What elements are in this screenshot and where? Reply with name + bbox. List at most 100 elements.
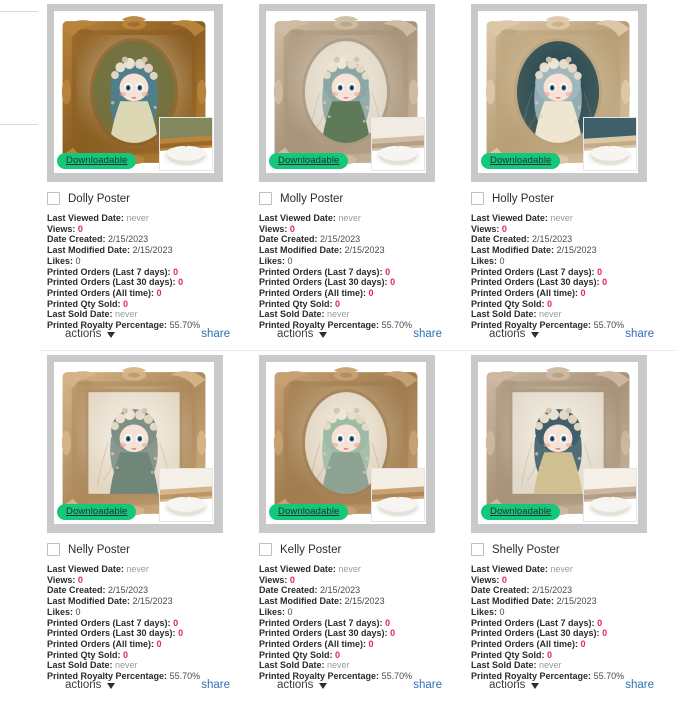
left-rail xyxy=(0,0,38,700)
poster-card-footer: actions share xyxy=(252,671,464,702)
meta-likes: Likes: 0 xyxy=(47,607,252,618)
poster-select-checkbox[interactable] xyxy=(471,543,484,556)
chevron-down-icon xyxy=(319,331,328,338)
meta-value-printed_orders_30: 0 xyxy=(178,628,184,639)
meta-label-date_created: Date Created: xyxy=(47,585,106,596)
meta-value-last_sold_date: never xyxy=(327,660,350,671)
share-link[interactable]: share xyxy=(201,679,230,691)
meta-value-printed_orders_7: 0 xyxy=(385,617,391,628)
meta-value-printed_orders_7: 0 xyxy=(597,617,603,628)
poster-thumbnail[interactable]: Downloadable xyxy=(471,355,647,533)
poster-card-footer: actions share xyxy=(464,671,676,702)
meta-value-views: 0 xyxy=(501,574,507,585)
meta-value-last_viewed_date: never xyxy=(126,564,149,574)
share-link[interactable]: share xyxy=(201,328,230,340)
meta-views: Views: 0 xyxy=(47,224,252,235)
poster-thumbnail[interactable]: Downloadable xyxy=(259,355,435,533)
meta-label-printed_orders_7: Printed Orders (Last 7 days): xyxy=(259,617,383,628)
poster-title: Dolly Poster xyxy=(68,192,130,205)
meta-printed_orders_30: Printed Orders (Last 30 days): 0 xyxy=(471,277,676,288)
meta-value-likes: 0 xyxy=(287,255,293,266)
poster-inset-preview xyxy=(371,117,425,171)
poster-select-checkbox[interactable] xyxy=(47,192,60,205)
poster-metadata: Last Viewed Date: never Views: 0 Date Cr… xyxy=(471,564,676,682)
actions-dropdown[interactable]: actions xyxy=(277,679,328,691)
meta-label-last_viewed_date: Last Viewed Date: xyxy=(47,213,124,223)
poster-select-checkbox[interactable] xyxy=(259,543,272,556)
meta-last_sold_date: Last Sold Date: never xyxy=(259,660,464,671)
actions-dropdown[interactable]: actions xyxy=(65,328,116,340)
meta-label-printed_orders_7: Printed Orders (Last 7 days): xyxy=(471,266,595,277)
meta-value-last_viewed_date: never xyxy=(338,213,361,223)
meta-label-last_modified_date: Last Modified Date: xyxy=(471,596,555,607)
meta-label-likes: Likes: xyxy=(471,606,498,617)
meta-last_sold_date: Last Sold Date: never xyxy=(471,309,676,320)
poster-thumbnail[interactable]: Downloadable xyxy=(47,355,223,533)
meta-label-printed_orders_30: Printed Orders (Last 30 days): xyxy=(471,277,600,288)
meta-value-printed_orders_7: 0 xyxy=(597,266,603,277)
meta-last_viewed_date: Last Viewed Date: never xyxy=(259,564,464,575)
actions-dropdown[interactable]: actions xyxy=(65,679,116,691)
meta-value-printed_orders_30: 0 xyxy=(602,628,608,639)
share-link[interactable]: share xyxy=(625,679,654,691)
poster-select-checkbox[interactable] xyxy=(47,543,60,556)
meta-label-views: Views: xyxy=(259,574,288,585)
meta-value-last_modified_date: 2/15/2023 xyxy=(344,596,385,607)
thumbnail-inner: Downloadable xyxy=(54,362,214,524)
poster-title-row: Kelly Poster xyxy=(259,541,464,558)
meta-value-likes: 0 xyxy=(499,255,505,266)
meta-printed_orders_all: Printed Orders (All time): 0 xyxy=(471,639,676,650)
meta-printed_orders_30: Printed Orders (Last 30 days): 0 xyxy=(259,628,464,639)
chevron-down-icon xyxy=(531,682,540,689)
meta-label-printed_orders_all: Printed Orders (All time): xyxy=(259,287,367,298)
meta-label-views: Views: xyxy=(259,223,288,234)
share-link[interactable]: share xyxy=(413,328,442,340)
poster-thumbnail[interactable]: Downloadable xyxy=(259,4,435,182)
meta-last_viewed_date: Last Viewed Date: never xyxy=(471,564,676,575)
meta-value-printed_orders_all: 0 xyxy=(580,287,586,298)
actions-dropdown[interactable]: actions xyxy=(489,679,540,691)
meta-label-last_viewed_date: Last Viewed Date: xyxy=(259,213,336,223)
meta-value-printed_orders_all: 0 xyxy=(580,638,586,649)
actions-dropdown[interactable]: actions xyxy=(489,328,540,340)
meta-printed_orders_all: Printed Orders (All time): 0 xyxy=(47,288,252,299)
poster-select-checkbox[interactable] xyxy=(471,192,484,205)
meta-value-views: 0 xyxy=(501,223,507,234)
poster-card: Downloadable Holly Poster Last Viewed Da… xyxy=(464,0,676,351)
actions-dropdown[interactable]: actions xyxy=(277,328,328,340)
poster-thumbnail[interactable]: Downloadable xyxy=(47,4,223,182)
meta-printed_orders_7: Printed Orders (Last 7 days): 0 xyxy=(47,618,252,629)
poster-metadata: Last Viewed Date: never Views: 0 Date Cr… xyxy=(47,564,252,682)
meta-label-last_sold_date: Last Sold Date: xyxy=(471,309,537,320)
meta-last_sold_date: Last Sold Date: never xyxy=(47,660,252,671)
meta-date_created: Date Created: 2/15/2023 xyxy=(471,234,676,245)
poster-card: Downloadable Molly Poster Last Viewed Da… xyxy=(252,0,464,351)
meta-value-printed_orders_7: 0 xyxy=(173,266,179,277)
poster-title: Holly Poster xyxy=(492,192,554,205)
poster-thumbnail[interactable]: Downloadable xyxy=(471,4,647,182)
meta-label-printed_orders_30: Printed Orders (Last 30 days): xyxy=(259,277,388,288)
thumbnail-inner: Downloadable xyxy=(478,362,638,524)
meta-value-printed_qty_sold: 0 xyxy=(547,649,553,660)
meta-value-last_modified_date: 2/15/2023 xyxy=(344,245,385,256)
meta-value-last_viewed_date: never xyxy=(338,564,361,574)
meta-printed_orders_all: Printed Orders (All time): 0 xyxy=(259,288,464,299)
meta-likes: Likes: 0 xyxy=(259,607,464,618)
meta-label-last_sold_date: Last Sold Date: xyxy=(471,660,537,671)
rail-divider-bottom xyxy=(0,124,38,125)
meta-value-printed_orders_all: 0 xyxy=(368,638,374,649)
meta-value-date_created: 2/15/2023 xyxy=(108,234,149,245)
meta-printed_qty_sold: Printed Qty Sold: 0 xyxy=(47,299,252,310)
meta-date_created: Date Created: 2/15/2023 xyxy=(259,234,464,245)
actions-label: actions xyxy=(489,679,526,691)
meta-printed_orders_7: Printed Orders (Last 7 days): 0 xyxy=(471,267,676,278)
meta-date_created: Date Created: 2/15/2023 xyxy=(471,585,676,596)
share-link[interactable]: share xyxy=(413,679,442,691)
meta-value-likes: 0 xyxy=(75,606,81,617)
meta-last_sold_date: Last Sold Date: never xyxy=(471,660,676,671)
meta-value-last_modified_date: 2/15/2023 xyxy=(556,596,597,607)
share-link[interactable]: share xyxy=(625,328,654,340)
meta-printed_orders_7: Printed Orders (Last 7 days): 0 xyxy=(259,618,464,629)
poster-select-checkbox[interactable] xyxy=(259,192,272,205)
meta-value-views: 0 xyxy=(289,574,295,585)
